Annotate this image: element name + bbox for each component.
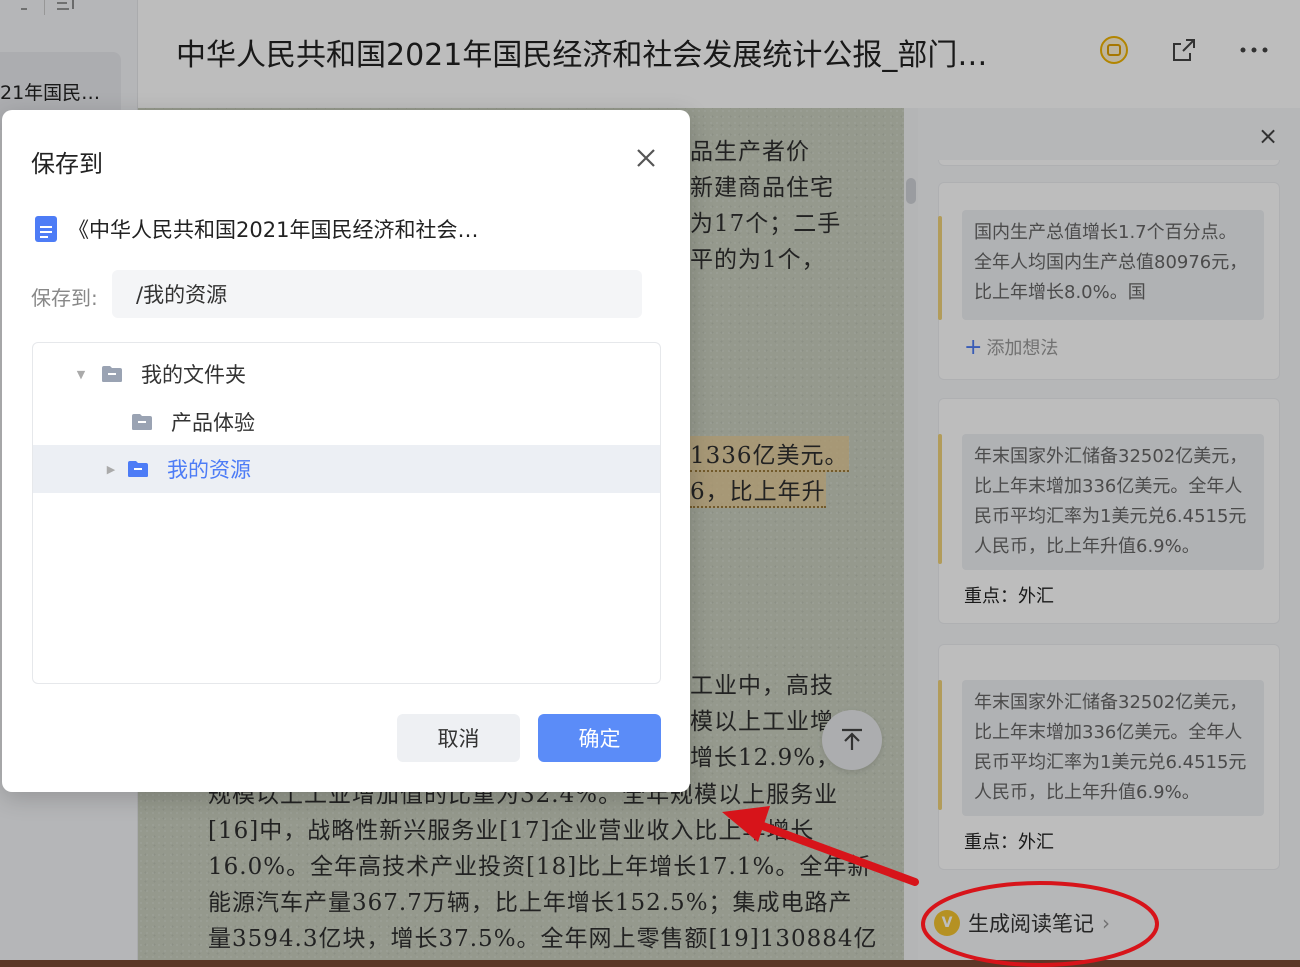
tree-item-label: 我的文件夹 bbox=[141, 363, 246, 387]
tree-item-my-resources[interactable]: ▶ 我的资源 bbox=[33, 445, 660, 493]
close-icon[interactable] bbox=[632, 144, 660, 172]
chevron-right-icon[interactable]: ▶ bbox=[105, 463, 117, 476]
folder-icon bbox=[128, 461, 148, 477]
folder-icon bbox=[132, 414, 152, 430]
dialog-title: 保存到 bbox=[31, 150, 103, 178]
confirm-button[interactable]: 确定 bbox=[538, 714, 661, 762]
folder-tree: ▼ 我的文件夹 产品体验 ▶ 我的资源 bbox=[32, 342, 661, 684]
save-path-field[interactable]: /我的资源 bbox=[112, 270, 642, 318]
tree-item-label: 我的资源 bbox=[167, 458, 251, 482]
tree-item-label: 产品体验 bbox=[171, 411, 255, 435]
tree-item-product-experience[interactable]: 产品体验 bbox=[33, 398, 660, 446]
document-icon bbox=[35, 216, 57, 242]
dialog-document: 《中华人民共和国2021年国民经济和社会… bbox=[34, 214, 488, 244]
cancel-button[interactable]: 取消 bbox=[397, 714, 520, 762]
save-to-dialog: 保存到 《中华人民共和国2021年国民经济和社会… 保存到: /我的资源 ▼ 我… bbox=[2, 110, 690, 792]
document-name: 《中华人民共和国2021年国民经济和社会… bbox=[68, 218, 479, 242]
folder-icon bbox=[102, 366, 122, 382]
tree-item-my-folder[interactable]: ▼ 我的文件夹 bbox=[33, 350, 660, 398]
path-label: 保存到: bbox=[31, 286, 98, 310]
chevron-down-icon[interactable]: ▼ bbox=[75, 368, 87, 381]
